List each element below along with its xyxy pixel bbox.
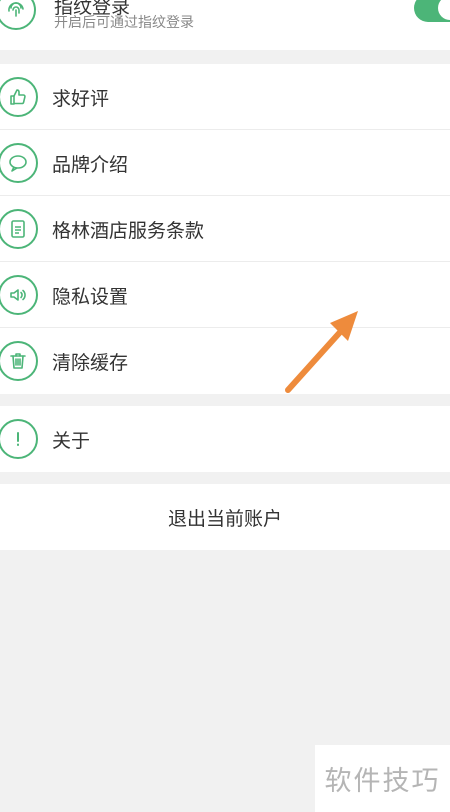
trash-icon xyxy=(0,341,38,381)
watermark-box: 软件技巧 xyxy=(315,745,450,812)
fingerprint-toggle[interactable] xyxy=(414,0,450,22)
menu-item-terms[interactable]: 格林酒店服务条款 xyxy=(0,196,450,262)
menu-group: 求好评 品牌介绍 格林酒店服务条款 隐私设置 清除缓存 xyxy=(0,64,450,394)
settings-page: 指纹登录 开启后可通过指纹登录 求好评 品牌介绍 格林酒店服务条款 隐私设置 清… xyxy=(0,0,450,550)
logout-button[interactable]: 退出当前账户 xyxy=(0,484,450,550)
menu-item-label: 关于 xyxy=(52,429,91,452)
orange-arrow-annotation xyxy=(285,311,358,393)
menu-item-brand[interactable]: 品牌介绍 xyxy=(0,130,450,196)
menu-item-label: 求好评 xyxy=(52,87,110,110)
watermark-text: 软件技巧 xyxy=(324,766,441,797)
fingerprint-subtitle: 开启后可通过指纹登录 xyxy=(54,15,194,31)
toggle-knob xyxy=(438,0,450,20)
thumbs-up-icon xyxy=(0,77,38,117)
menu-item-label: 品牌介绍 xyxy=(52,153,129,176)
menu-item-label: 格林酒店服务条款 xyxy=(52,219,205,242)
menu-item-clear-cache[interactable]: 清除缓存 xyxy=(0,328,450,394)
about-group: 关于 xyxy=(0,406,450,472)
menu-item-about[interactable]: 关于 xyxy=(0,406,450,472)
menu-item-privacy[interactable]: 隐私设置 xyxy=(0,262,450,328)
menu-item-label: 隐私设置 xyxy=(52,285,129,308)
fingerprint-icon xyxy=(0,0,36,30)
menu-item-rate[interactable]: 求好评 xyxy=(0,64,450,130)
speech-bubble-icon xyxy=(0,143,38,183)
menu-item-label: 清除缓存 xyxy=(52,351,129,374)
fingerprint-login-row[interactable]: 指纹登录 开启后可通过指纹登录 xyxy=(0,0,450,50)
info-exclamation-icon xyxy=(0,419,38,459)
speaker-icon xyxy=(0,275,38,315)
document-icon xyxy=(0,209,38,249)
